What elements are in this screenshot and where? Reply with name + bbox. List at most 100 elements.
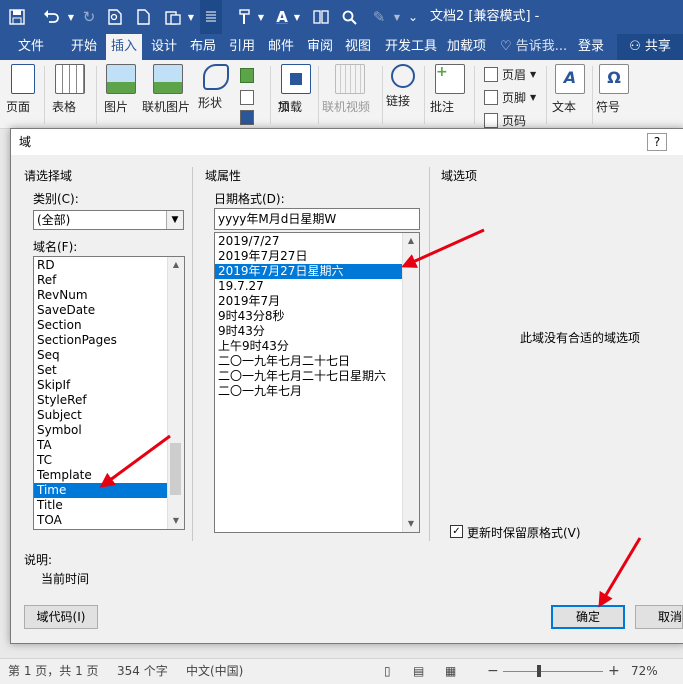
tell-me-search[interactable]: ♡ 告诉我... bbox=[500, 34, 567, 60]
table-button[interactable]: 表格 bbox=[52, 64, 88, 114]
text-button[interactable]: A 文本 bbox=[552, 64, 588, 114]
paste-dropdown-icon[interactable]: ▼ bbox=[186, 0, 196, 34]
paste-icon[interactable] bbox=[160, 0, 186, 34]
list-item[interactable]: 2019年7月27日 bbox=[215, 249, 419, 264]
footer-button[interactable]: 页脚 ▼ bbox=[484, 89, 536, 106]
list-item[interactable]: 2019年7月 bbox=[215, 294, 419, 309]
field-list-scrollbar[interactable]: ▲ ▼ bbox=[167, 257, 184, 529]
smartart-icon[interactable] bbox=[240, 68, 258, 83]
list-item[interactable]: Subject bbox=[34, 408, 184, 423]
zoom-slider[interactable] bbox=[503, 671, 603, 672]
font-color-icon[interactable]: A bbox=[272, 0, 292, 34]
online-video-button[interactable]: 联机视频 bbox=[322, 64, 378, 114]
link-button[interactable]: 链接 bbox=[386, 64, 420, 108]
scroll-thumb[interactable] bbox=[170, 443, 181, 495]
zoom-slider-thumb[interactable] bbox=[537, 665, 541, 677]
list-item[interactable]: Title bbox=[34, 498, 184, 513]
list-item[interactable]: TC bbox=[34, 453, 184, 468]
scroll-up-icon[interactable]: ▲ bbox=[168, 257, 184, 273]
list-item[interactable]: SkipIf bbox=[34, 378, 184, 393]
tab-file[interactable]: 文件 bbox=[18, 34, 44, 60]
field-codes-button[interactable]: 域代码(I) bbox=[24, 605, 98, 629]
page-count[interactable]: 第 1 页，共 1 页 bbox=[8, 659, 99, 684]
font-color-dropdown-icon[interactable]: ▼ bbox=[292, 0, 302, 34]
list-item[interactable]: Seq bbox=[34, 348, 184, 363]
print-preview-icon[interactable] bbox=[104, 0, 126, 34]
date-list-scrollbar[interactable]: ▲ ▼ bbox=[402, 233, 419, 532]
field-names-list[interactable]: RD Ref RevNum SaveDate Section SectionPa… bbox=[33, 256, 185, 530]
list-item[interactable]: 二〇一九年七月二十七日星期六 bbox=[215, 369, 419, 384]
list-item[interactable]: RD bbox=[34, 258, 184, 273]
list-item-selected[interactable]: Time bbox=[34, 483, 167, 498]
category-select[interactable]: (全部) ▼ bbox=[33, 210, 184, 230]
zoom-level[interactable]: 72% bbox=[631, 659, 658, 684]
list-item[interactable]: SaveDate bbox=[34, 303, 184, 318]
web-layout-icon[interactable]: ▦ bbox=[445, 659, 456, 684]
undo-icon[interactable] bbox=[36, 0, 66, 34]
tab-addins[interactable]: 加载项 bbox=[447, 34, 486, 60]
help-button[interactable]: ? bbox=[647, 133, 667, 151]
list-item[interactable]: 二〇一九年七月 bbox=[215, 384, 419, 399]
list-item[interactable]: TOA bbox=[34, 513, 184, 528]
addins-button[interactable]: 加载 项 bbox=[278, 64, 314, 114]
find-icon[interactable] bbox=[338, 0, 360, 34]
zoom-out-icon[interactable]: − bbox=[487, 659, 499, 684]
tab-references[interactable]: 引用 bbox=[229, 34, 255, 60]
tab-insert[interactable]: 插入 bbox=[106, 34, 143, 60]
chart-icon[interactable] bbox=[240, 90, 258, 105]
symbol-button[interactable]: Ω 符号 bbox=[596, 64, 632, 114]
page-button[interactable]: 页面 bbox=[6, 64, 40, 114]
scroll-down-icon[interactable]: ▼ bbox=[403, 516, 419, 532]
undo-dropdown-icon[interactable]: ▼ bbox=[66, 0, 76, 34]
read-mode-icon[interactable]: ▯ bbox=[384, 659, 391, 684]
list-item[interactable]: 2019/7/27 bbox=[215, 234, 419, 249]
list-item[interactable]: Template bbox=[34, 468, 184, 483]
preserve-format-checkbox[interactable]: ✓ bbox=[450, 525, 463, 538]
date-formats-list[interactable]: 2019/7/27 2019年7月27日 2019年7月27日星期六 19.7.… bbox=[214, 232, 420, 533]
columns-icon[interactable] bbox=[310, 0, 332, 34]
list-item[interactable]: 二〇一九年七月二十七日 bbox=[215, 354, 419, 369]
zoom-in-icon[interactable]: + bbox=[608, 659, 620, 684]
tab-home[interactable]: 开始 bbox=[71, 34, 97, 60]
list-item-selected[interactable]: 2019年7月27日星期六 bbox=[215, 264, 402, 279]
picture-button[interactable]: 图片 bbox=[104, 64, 138, 114]
tab-view[interactable]: 视图 bbox=[345, 34, 371, 60]
comment-button[interactable]: + 批注 bbox=[430, 64, 470, 114]
list-item[interactable]: 上午9时43分 bbox=[215, 339, 419, 354]
scroll-down-icon[interactable]: ▼ bbox=[168, 513, 184, 529]
save-icon[interactable] bbox=[4, 0, 30, 34]
ok-button[interactable]: 确定 bbox=[551, 605, 625, 629]
page-number-button[interactable]: 页码 bbox=[484, 112, 526, 129]
paragraph-icon[interactable] bbox=[200, 0, 222, 34]
header-button[interactable]: 页眉 ▼ bbox=[484, 66, 536, 83]
chevron-down-icon[interactable]: ▼ bbox=[166, 211, 183, 229]
tab-layout[interactable]: 布局 bbox=[190, 34, 216, 60]
list-item[interactable]: Ref bbox=[34, 273, 184, 288]
draw-icon[interactable]: ✎ bbox=[366, 0, 392, 34]
list-item[interactable]: RevNum bbox=[34, 288, 184, 303]
format-painter-icon[interactable] bbox=[232, 0, 258, 34]
list-item[interactable]: 9时43分8秒 bbox=[215, 309, 419, 324]
language[interactable]: 中文(中国) bbox=[186, 659, 243, 684]
draw-dropdown-icon[interactable]: ▼ bbox=[392, 0, 402, 34]
scroll-up-icon[interactable]: ▲ bbox=[403, 233, 419, 249]
list-item[interactable]: 19.7.27 bbox=[215, 279, 419, 294]
signin-link[interactable]: 登录 bbox=[578, 34, 604, 60]
tab-review[interactable]: 审阅 bbox=[307, 34, 333, 60]
share-button[interactable]: ⚇ 共享 bbox=[617, 34, 683, 60]
word-count[interactable]: 354 个字 bbox=[117, 659, 168, 684]
shapes-button[interactable]: 形状 bbox=[198, 64, 234, 110]
print-layout-icon[interactable]: ▤ bbox=[413, 659, 424, 684]
list-item[interactable]: Section bbox=[34, 318, 184, 333]
online-picture-button[interactable]: 联机图片 bbox=[142, 64, 194, 114]
new-document-icon[interactable] bbox=[132, 0, 154, 34]
list-item[interactable]: TA bbox=[34, 438, 184, 453]
tab-design[interactable]: 设计 bbox=[151, 34, 177, 60]
screenshot-icon[interactable] bbox=[240, 110, 258, 125]
date-format-input[interactable]: yyyy年M月d日星期W bbox=[214, 208, 420, 230]
list-item[interactable]: Set bbox=[34, 363, 184, 378]
tab-developer[interactable]: 开发工具 bbox=[385, 34, 437, 60]
list-item[interactable]: Symbol bbox=[34, 423, 184, 438]
redo-icon[interactable]: ↻ bbox=[78, 0, 100, 34]
list-item[interactable]: StyleRef bbox=[34, 393, 184, 408]
